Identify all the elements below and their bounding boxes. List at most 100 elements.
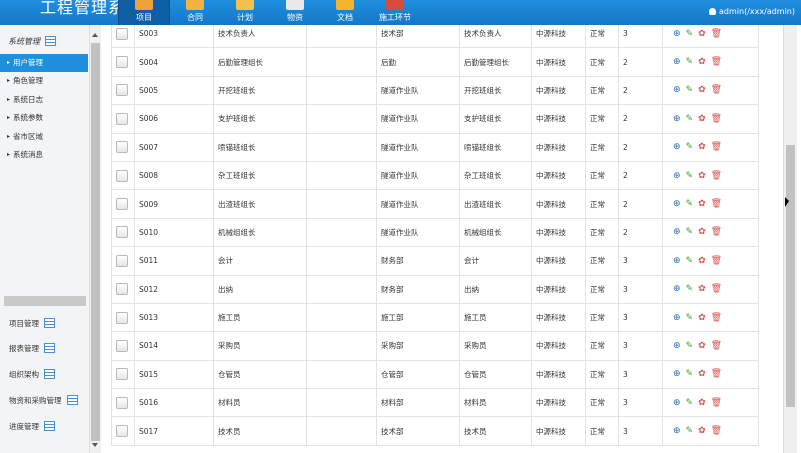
scroll-up-arrow-icon[interactable] — [92, 33, 98, 37]
row-checkbox[interactable] — [116, 198, 128, 211]
view-magnifier-icon[interactable]: ⊕ — [673, 199, 681, 209]
row-checkbox[interactable] — [116, 141, 128, 154]
row-checkbox[interactable] — [116, 396, 128, 409]
delete-trash-icon[interactable]: 🗑 — [711, 256, 722, 266]
row-checkbox[interactable] — [116, 368, 128, 381]
sidebar-scrollbar[interactable] — [89, 25, 101, 453]
view-magnifier-icon[interactable]: ⊕ — [673, 57, 681, 67]
edit-pencil-icon[interactable]: ✎ — [686, 114, 694, 124]
edit-pencil-icon[interactable]: ✎ — [686, 227, 694, 237]
row-checkbox[interactable] — [116, 254, 128, 267]
sidebar-item-system-log[interactable]: 系统日志 — [0, 91, 88, 109]
view-magnifier-icon[interactable]: ⊕ — [673, 114, 681, 124]
permission-gear-icon[interactable]: ✿ — [698, 85, 706, 95]
permission-gear-icon[interactable]: ✿ — [698, 398, 706, 408]
main-scrollbar[interactable] — [783, 25, 797, 453]
delete-trash-icon[interactable]: 🗑 — [711, 227, 722, 237]
permission-gear-icon[interactable]: ✿ — [698, 199, 706, 209]
sidebar-group-org[interactable]: 组织架构 — [9, 369, 55, 380]
nav-item-1[interactable]: 合同 — [170, 0, 220, 25]
edit-pencil-icon[interactable]: ✎ — [686, 85, 694, 95]
sidebar-item-system-messages[interactable]: 系统消息 — [0, 146, 88, 164]
permission-gear-icon[interactable]: ✿ — [698, 284, 706, 294]
permission-gear-icon[interactable]: ✿ — [698, 114, 706, 124]
delete-trash-icon[interactable]: 🗑 — [711, 284, 722, 294]
row-checkbox[interactable] — [116, 84, 128, 97]
edit-pencil-icon[interactable]: ✎ — [686, 29, 694, 39]
view-magnifier-icon[interactable]: ⊕ — [673, 341, 681, 351]
delete-trash-icon[interactable]: 🗑 — [711, 369, 722, 379]
sidebar-item-user-management[interactable]: 用户管理 — [0, 54, 88, 72]
edit-pencil-icon[interactable]: ✎ — [686, 199, 694, 209]
permission-gear-icon[interactable]: ✿ — [698, 57, 706, 67]
view-magnifier-icon[interactable]: ⊕ — [673, 142, 681, 152]
row-checkbox[interactable] — [116, 112, 128, 125]
sidebar-item-role-management[interactable]: 角色管理 — [0, 72, 88, 90]
sidebar-group-reports[interactable]: 报表管理 — [9, 343, 55, 354]
edit-pencil-icon[interactable]: ✎ — [686, 341, 694, 351]
view-magnifier-icon[interactable]: ⊕ — [673, 284, 681, 294]
edit-pencil-icon[interactable]: ✎ — [686, 171, 694, 181]
delete-trash-icon[interactable]: 🗑 — [711, 199, 722, 209]
nav-item-5[interactable]: 施工环节 — [370, 0, 420, 25]
edit-pencil-icon[interactable]: ✎ — [686, 57, 694, 67]
row-checkbox[interactable] — [116, 283, 128, 296]
nav-item-3[interactable]: 物资 — [270, 0, 320, 25]
view-magnifier-icon[interactable]: ⊕ — [673, 171, 681, 181]
view-magnifier-icon[interactable]: ⊕ — [673, 426, 681, 436]
permission-gear-icon[interactable]: ✿ — [698, 227, 706, 237]
permission-gear-icon[interactable]: ✿ — [698, 256, 706, 266]
delete-trash-icon[interactable]: 🗑 — [711, 313, 722, 323]
edit-pencil-icon[interactable]: ✎ — [686, 142, 694, 152]
sidebar-splitter[interactable] — [4, 296, 86, 306]
delete-trash-icon[interactable]: 🗑 — [711, 142, 722, 152]
delete-trash-icon[interactable]: 🗑 — [711, 57, 722, 67]
delete-trash-icon[interactable]: 🗑 — [711, 85, 722, 95]
edit-pencil-icon[interactable]: ✎ — [686, 369, 694, 379]
edit-pencil-icon[interactable]: ✎ — [686, 426, 694, 436]
edit-pencil-icon[interactable]: ✎ — [686, 256, 694, 266]
nav-item-2[interactable]: 计划 — [220, 0, 270, 25]
edit-pencil-icon[interactable]: ✎ — [686, 284, 694, 294]
edit-pencil-icon[interactable]: ✎ — [686, 313, 694, 323]
row-checkbox[interactable] — [116, 226, 128, 239]
nav-item-4[interactable]: 文档 — [320, 0, 370, 25]
permission-gear-icon[interactable]: ✿ — [698, 313, 706, 323]
row-checkbox[interactable] — [116, 56, 128, 69]
permission-gear-icon[interactable]: ✿ — [698, 426, 706, 436]
view-magnifier-icon[interactable]: ⊕ — [673, 369, 681, 379]
permission-gear-icon[interactable]: ✿ — [698, 369, 706, 379]
view-magnifier-icon[interactable]: ⊕ — [673, 227, 681, 237]
sidebar-group-project[interactable]: 项目管理 — [9, 318, 55, 329]
sidebar-group-materials[interactable]: 物资和采购管理 — [9, 395, 78, 406]
view-magnifier-icon[interactable]: ⊕ — [673, 313, 681, 323]
view-magnifier-icon[interactable]: ⊕ — [673, 256, 681, 266]
delete-trash-icon[interactable]: 🗑 — [711, 171, 722, 181]
row-checkbox[interactable] — [116, 27, 128, 40]
sidebar-scroll-thumb[interactable] — [91, 43, 100, 441]
permission-gear-icon[interactable]: ✿ — [698, 142, 706, 152]
sidebar-group-progress[interactable]: 进度管理 — [9, 421, 55, 432]
delete-trash-icon[interactable]: 🗑 — [711, 29, 722, 39]
view-magnifier-icon[interactable]: ⊕ — [673, 29, 681, 39]
nav-item-0[interactable]: 项目 — [118, 0, 170, 25]
sidebar-item-system-params[interactable]: 系统参数 — [0, 109, 88, 127]
edit-pencil-icon[interactable]: ✎ — [686, 398, 694, 408]
scroll-down-arrow-icon[interactable] — [92, 443, 98, 447]
view-magnifier-icon[interactable]: ⊕ — [673, 398, 681, 408]
permission-gear-icon[interactable]: ✿ — [698, 171, 706, 181]
delete-trash-icon[interactable]: 🗑 — [711, 426, 722, 436]
row-checkbox[interactable] — [116, 311, 128, 324]
delete-trash-icon[interactable]: 🗑 — [711, 398, 722, 408]
delete-trash-icon[interactable]: 🗑 — [711, 341, 722, 351]
view-magnifier-icon[interactable]: ⊕ — [673, 85, 681, 95]
sidebar-item-regions[interactable]: 省市区域 — [0, 128, 88, 146]
user-account[interactable]: admin(/xxx/admin) — [709, 7, 795, 16]
row-checkbox[interactable] — [116, 169, 128, 182]
main-scroll-thumb[interactable] — [786, 145, 795, 407]
delete-trash-icon[interactable]: 🗑 — [711, 114, 722, 124]
permission-gear-icon[interactable]: ✿ — [698, 341, 706, 351]
permission-gear-icon[interactable]: ✿ — [698, 29, 706, 39]
row-checkbox[interactable] — [116, 339, 128, 352]
row-checkbox[interactable] — [116, 425, 128, 438]
